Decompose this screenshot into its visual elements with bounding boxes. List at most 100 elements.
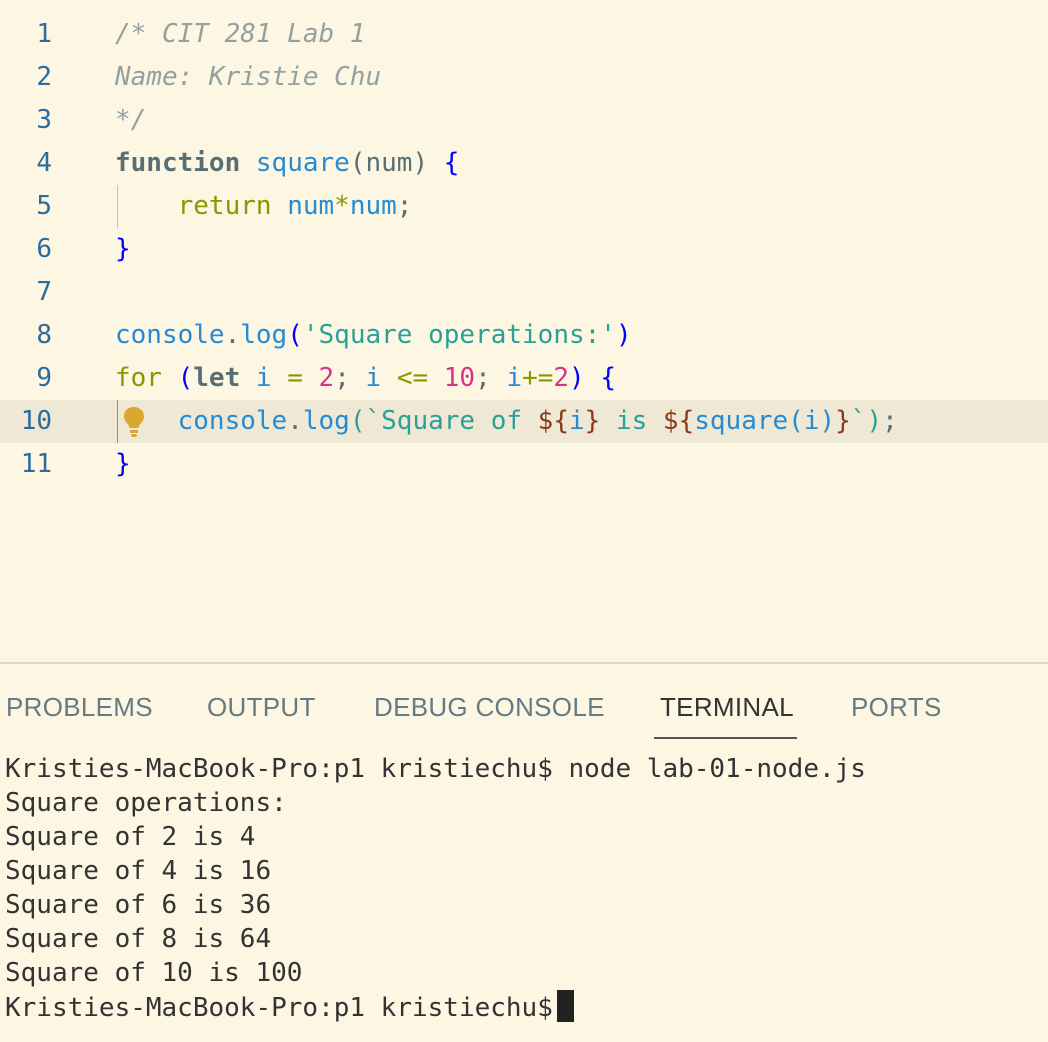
brace: { — [600, 363, 616, 393]
variable: i — [506, 363, 523, 393]
tab-debug-console[interactable]: DEBUG CONSOLE — [374, 692, 605, 723]
template-string: is — [600, 406, 663, 436]
code-text: /* CIT 281 Lab 1 — [115, 19, 366, 49]
paren: ( — [349, 406, 366, 436]
code-line-9[interactable]: 9 for (let i = 2; i <= 10; i+=2) { — [0, 357, 1048, 400]
terminal-line: Kristies-MacBook-Pro:p1 kristiechu$ node… — [5, 754, 866, 784]
operator: * — [334, 191, 350, 221]
bottom-panel: PROBLEMS OUTPUT DEBUG CONSOLE TERMINAL P… — [0, 664, 1048, 1042]
template-delimiter: } — [835, 406, 851, 436]
code-line-6[interactable]: 6 } — [0, 228, 1048, 271]
keyword: function — [115, 148, 241, 178]
tab-output[interactable]: OUTPUT — [207, 692, 316, 723]
operator: <= — [396, 363, 429, 393]
code-line-3[interactable]: 3 */ — [0, 99, 1048, 142]
template-string: `Square of — [365, 406, 538, 436]
keyword: return — [177, 191, 272, 221]
code-text: } — [115, 234, 131, 264]
code-text: } — [115, 449, 131, 479]
terminal-prompt-line[interactable]: Kristies-MacBook-Pro:p1 kristiechu$ — [5, 990, 866, 1025]
terminal-line: Square of 10 is 100 — [5, 958, 303, 988]
line-number: 11 — [20, 449, 52, 479]
code-line-7[interactable]: 7 — [0, 271, 1048, 314]
number: 2 — [553, 363, 570, 393]
variable: num — [349, 191, 397, 221]
function-name: square — [255, 148, 350, 178]
paren: ) — [615, 320, 632, 350]
semicolon: ; — [334, 363, 350, 393]
line-number: 10 — [20, 406, 52, 436]
operator: = — [287, 363, 303, 393]
active-tab-indicator — [654, 737, 797, 739]
template-string: ` — [850, 406, 867, 436]
terminal-cursor — [556, 990, 574, 1022]
variable: i — [255, 363, 272, 393]
template-delimiter: ${ — [662, 406, 695, 436]
code-line-2[interactable]: 2 Name: Kristie Chu — [0, 56, 1048, 99]
code-text: return num*num; — [115, 185, 413, 228]
code-text: for (let i = 2; i <= 10; i+=2) { — [115, 357, 616, 400]
template-delimiter: ${ — [537, 406, 569, 436]
terminal-output[interactable]: Kristies-MacBook-Pro:p1 kristiechu$ node… — [5, 752, 866, 1025]
function-call: square — [694, 406, 789, 436]
keyword: for — [115, 363, 162, 393]
object: console — [177, 406, 288, 436]
terminal-line: Square of 2 is 4 — [5, 822, 256, 852]
line-number: 1 — [36, 19, 52, 49]
semicolon: ; — [396, 191, 413, 221]
paren: ( — [177, 363, 194, 393]
semicolon: ; — [475, 363, 491, 393]
code-line-5[interactable]: 5 return num*num; — [0, 185, 1048, 228]
variable: i — [803, 406, 820, 436]
line-number: 3 — [36, 105, 52, 135]
number: 10 — [443, 363, 476, 393]
dot: . — [224, 320, 241, 350]
paren: ) — [819, 406, 836, 436]
terminal-line: Square of 6 is 36 — [5, 890, 272, 920]
lightbulb-icon[interactable] — [121, 404, 147, 440]
paren: ) — [412, 148, 429, 178]
terminal-line: Square of 8 is 64 — [5, 924, 272, 954]
tab-ports[interactable]: PORTS — [851, 692, 942, 723]
terminal-line: Square operations: — [5, 788, 287, 818]
brace: { — [443, 148, 460, 178]
variable: num — [287, 191, 335, 221]
line-number: 4 — [36, 148, 52, 178]
keyword: let — [193, 363, 241, 393]
line-number: 5 — [36, 191, 52, 221]
dot: . — [287, 406, 303, 436]
code-text: console.log(`Square of ${i} is ${square(… — [115, 400, 898, 443]
indent-guide — [117, 400, 118, 443]
method: log — [302, 406, 350, 436]
variable: i — [568, 406, 585, 436]
template-delimiter: } — [584, 406, 601, 436]
code-text: Name: Kristie Chu — [115, 62, 382, 92]
code-line-8[interactable]: 8 console.log('Square operations:') — [0, 314, 1048, 357]
line-number: 9 — [36, 363, 52, 393]
terminal-prompt: Kristies-MacBook-Pro:p1 kristiechu$ — [5, 993, 553, 1023]
method: log — [240, 320, 288, 350]
object: console — [115, 320, 225, 350]
paren: ( — [788, 406, 804, 436]
tab-terminal[interactable]: TERMINAL — [660, 692, 794, 723]
line-number: 8 — [36, 320, 52, 350]
parameter: num — [365, 148, 413, 178]
code-line-4[interactable]: 4 function square(num) { — [0, 142, 1048, 185]
string: 'Square operations:' — [302, 320, 616, 350]
tab-problems[interactable]: PROBLEMS — [6, 692, 153, 723]
paren: ( — [287, 320, 303, 350]
code-line-1[interactable]: 1 /* CIT 281 Lab 1 — [0, 13, 1048, 56]
paren: ) — [866, 406, 883, 436]
terminal-line: Square of 4 is 16 — [5, 856, 272, 886]
variable: i — [365, 363, 382, 393]
indent-guide — [117, 185, 118, 228]
code-text: function square(num) { — [115, 142, 459, 185]
code-text: console.log('Square operations:') — [115, 314, 632, 357]
code-line-10[interactable]: 10 console.log(`Square of ${i} is ${squa… — [0, 400, 1048, 443]
line-number: 6 — [36, 234, 52, 264]
code-line-11[interactable]: 11 } — [0, 443, 1048, 486]
paren: ) — [569, 363, 585, 393]
semicolon: ; — [882, 406, 898, 436]
code-editor[interactable]: 1 /* CIT 281 Lab 1 2 Name: Kristie Chu 3… — [0, 0, 1048, 662]
line-number: 7 — [36, 277, 52, 307]
